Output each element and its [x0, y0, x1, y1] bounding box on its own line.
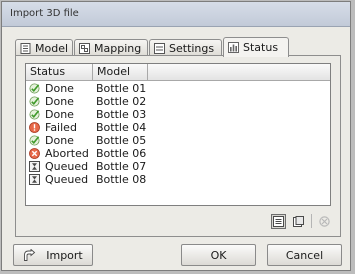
status-text: Done — [45, 134, 74, 147]
hourglass-icon — [29, 161, 40, 172]
model-name: Bottle 07 — [96, 160, 147, 173]
check-icon — [29, 96, 40, 107]
import-button-label: Import — [46, 248, 83, 262]
clear-button[interactable] — [317, 214, 332, 229]
tab-model-label: Model — [35, 41, 69, 55]
table-row[interactable]: Done Bottle 01 — [26, 82, 330, 95]
table-toolbar — [271, 213, 332, 229]
table-row[interactable]: Aborted Bottle 06 — [26, 147, 330, 160]
column-header-status[interactable]: Status — [26, 64, 93, 80]
model-name: Bottle 08 — [96, 173, 147, 186]
tab-model[interactable]: Model — [15, 39, 73, 56]
model-name: Bottle 05 — [96, 134, 147, 147]
tab-mapping[interactable]: Mapping — [74, 39, 148, 56]
window-title: Import 3D file — [10, 8, 79, 19]
check-icon — [29, 109, 40, 120]
table-header: Status Model — [26, 64, 330, 81]
model-icon — [20, 42, 31, 54]
settings-icon — [154, 42, 165, 54]
status-text: Done — [45, 95, 74, 108]
column-header-model[interactable]: Model — [93, 64, 148, 80]
model-name: Bottle 06 — [96, 147, 147, 160]
aborted-icon — [29, 148, 40, 159]
status-text: Done — [45, 82, 74, 95]
status-text: Done — [45, 108, 74, 121]
tab-status[interactable]: Status — [223, 37, 289, 57]
cancel-button[interactable]: Cancel — [267, 244, 342, 266]
list-view-icon — [273, 215, 284, 227]
check-icon — [29, 83, 40, 94]
model-name: Bottle 01 — [96, 82, 147, 95]
title-bar[interactable]: Import 3D file — [2, 2, 350, 27]
ok-button-label: OK — [210, 248, 227, 262]
status-text: Queued — [45, 160, 89, 173]
table-row[interactable]: Queued Bottle 08 — [26, 173, 330, 186]
tab-settings[interactable]: Settings — [149, 39, 222, 56]
cancel-button-label: Cancel — [285, 248, 324, 262]
import-icon — [24, 248, 36, 261]
report-icon — [293, 215, 304, 227]
status-panel: Status Model Done Bottle 01 Done Bottle … — [15, 55, 341, 237]
tab-mapping-label: Mapping — [94, 41, 142, 55]
table-row[interactable]: Failed Bottle 04 — [26, 121, 330, 134]
toolbar-separator — [311, 214, 312, 228]
mapping-icon — [79, 42, 90, 54]
model-name: Bottle 03 — [96, 108, 147, 121]
tab-settings-label: Settings — [169, 41, 215, 55]
status-table[interactable]: Status Model Done Bottle 01 Done Bottle … — [25, 63, 331, 206]
table-row[interactable]: Queued Bottle 07 — [26, 160, 330, 173]
clear-icon — [319, 215, 330, 227]
status-text: Failed — [45, 121, 77, 134]
table-row[interactable]: Done Bottle 02 — [26, 95, 330, 108]
hourglass-icon — [29, 174, 40, 185]
check-icon — [29, 135, 40, 146]
import-button[interactable]: Import — [13, 244, 93, 266]
status-text: Queued — [45, 173, 89, 186]
report-button[interactable] — [291, 214, 306, 229]
model-name: Bottle 02 — [96, 95, 147, 108]
status-text: Aborted — [45, 147, 89, 160]
model-name: Bottle 04 — [96, 121, 147, 134]
ok-button[interactable]: OK — [181, 244, 256, 266]
table-row[interactable]: Done Bottle 03 — [26, 108, 330, 121]
list-view-button[interactable] — [271, 213, 286, 229]
error-icon — [29, 122, 40, 133]
tab-status-label: Status — [243, 41, 279, 54]
table-row[interactable]: Done Bottle 05 — [26, 134, 330, 147]
import-dialog: Import 3D file Model Mapping Settings St… — [1, 1, 351, 271]
status-chart-icon — [228, 42, 239, 53]
